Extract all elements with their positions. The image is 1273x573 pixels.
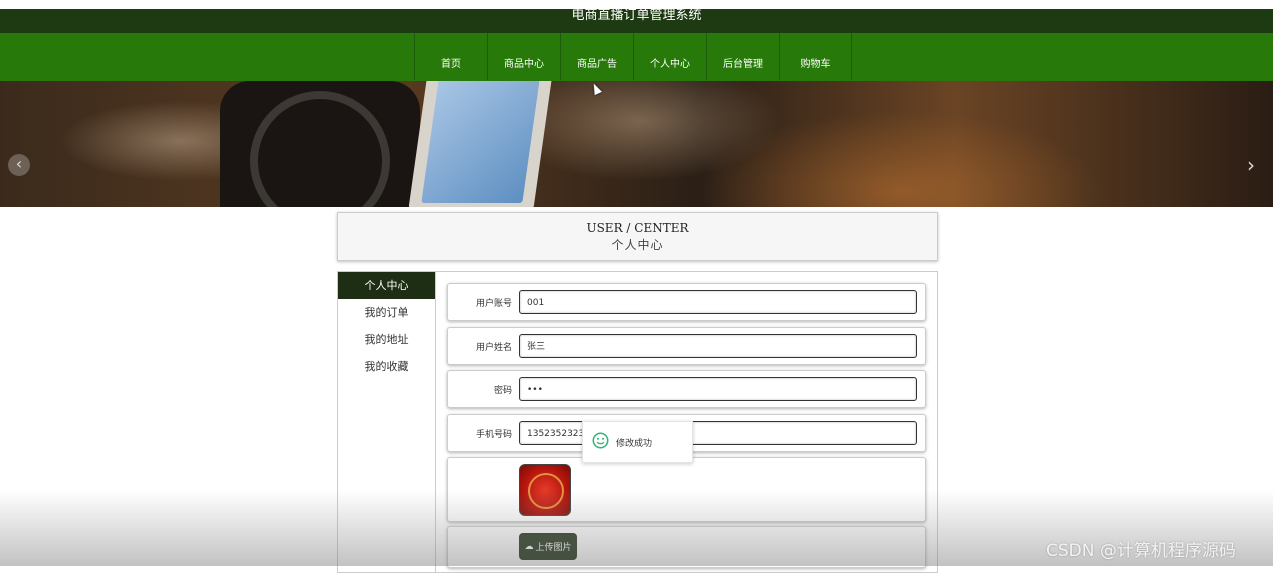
form-row-password: 密码 •••: [447, 370, 926, 408]
toast-text: 修改成功: [616, 439, 653, 449]
upload-image-button[interactable]: ☁ 上传图片: [519, 533, 577, 560]
name-label: 用户姓名: [475, 343, 512, 353]
account-label: 用户账号: [475, 299, 512, 309]
sidebar-item-user-center[interactable]: 个人中心: [338, 272, 435, 299]
banner-carousel: ‹ ›: [0, 81, 1273, 207]
form-row-upload: ☁ 上传图片: [447, 526, 926, 568]
banner-image-phone: [408, 81, 553, 207]
page-title-cn: 个人中心: [611, 238, 664, 252]
site-title: 电商直播订单管理系统: [571, 8, 702, 23]
nav-item-products[interactable]: 商品中心: [487, 33, 560, 80]
password-label: 密码: [493, 386, 512, 396]
page-title-en: USER / CENTER: [586, 221, 689, 235]
avatar: [519, 464, 571, 516]
form-row-account: 用户账号 001: [447, 283, 926, 321]
page-title: USER / CENTER 个人中心: [337, 212, 938, 261]
name-input[interactable]: 张三: [519, 334, 917, 358]
top-bar: 电商直播订单管理系统: [0, 9, 1273, 33]
form-row-avatar: [447, 457, 926, 522]
nav-item-home[interactable]: 首页: [414, 33, 487, 80]
phone-label: 手机号码: [475, 430, 512, 440]
toast-message: 修改成功: [582, 421, 693, 463]
main-nav: 首页 商品中心 商品广告 个人中心 后台管理 购物车: [0, 33, 1273, 81]
nav-item-admin[interactable]: 后台管理: [706, 33, 779, 80]
form-row-name: 用户姓名 张三: [447, 327, 926, 365]
sidebar-item-my-favorites[interactable]: 我的收藏: [338, 353, 435, 380]
cloud-upload-icon: ☁: [524, 541, 534, 552]
password-input[interactable]: •••: [519, 377, 917, 401]
carousel-next-icon[interactable]: ›: [1247, 155, 1255, 175]
user-sidebar: 个人中心 我的订单 我的地址 我的收藏: [337, 271, 436, 573]
carousel-prev-icon[interactable]: ‹: [8, 154, 30, 176]
nav-item-ads[interactable]: 商品广告: [560, 33, 633, 80]
phone-input[interactable]: 13523523235: [519, 421, 917, 445]
watermark: CSDN @计算机程序源码: [1046, 541, 1236, 561]
upload-button-label: 上传图片: [535, 543, 572, 553]
sidebar-item-my-address[interactable]: 我的地址: [338, 326, 435, 353]
nav-item-cart[interactable]: 购物车: [779, 33, 852, 80]
nav-item-user-center[interactable]: 个人中心: [633, 33, 706, 80]
account-input[interactable]: 001: [519, 290, 917, 314]
sidebar-item-my-orders[interactable]: 我的订单: [338, 299, 435, 326]
smile-icon: [592, 432, 609, 449]
